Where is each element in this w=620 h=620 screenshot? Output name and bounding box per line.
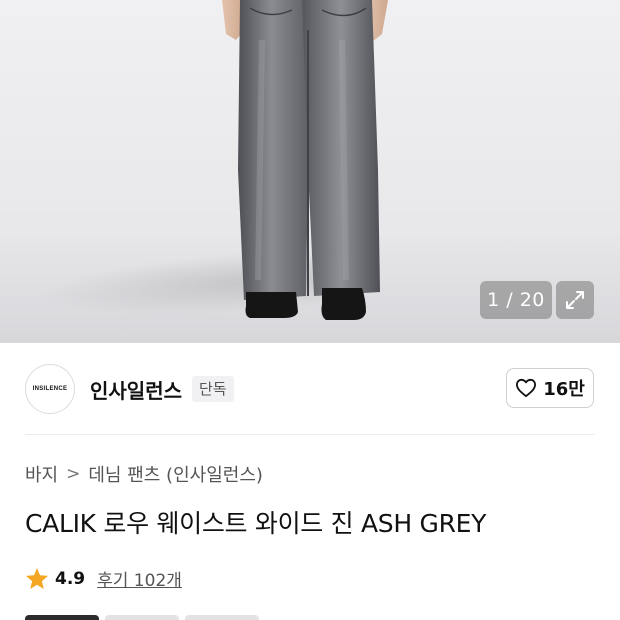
brand-name[interactable]: 인사일런스: [90, 375, 182, 404]
rating-score: 4.9: [55, 568, 86, 589]
chevron-right-icon: >: [66, 464, 81, 484]
breadcrumb-item-pants[interactable]: 바지: [25, 461, 58, 487]
expand-icon: [566, 291, 584, 309]
image-counter: 1 / 20: [480, 281, 552, 319]
chip-partial-3[interactable]: [185, 615, 259, 620]
chip-partial-1[interactable]: [25, 615, 99, 620]
exclusive-badge: 단독: [192, 376, 234, 402]
star-icon: [26, 568, 48, 589]
brand-logo-text: INSILENCE: [32, 386, 68, 392]
product-title: CALIK 로우 웨이스트 와이드 진 ASH GREY: [25, 509, 487, 538]
review-count-link[interactable]: 후기 102개: [97, 566, 182, 591]
chip-partial-2[interactable]: [105, 615, 179, 620]
like-count: 16만: [543, 379, 585, 400]
breadcrumb-item-denim[interactable]: 데님 팬츠 (인사일런스): [88, 461, 263, 487]
product-image[interactable]: 1 / 20: [0, 0, 620, 343]
expand-button[interactable]: [556, 281, 594, 319]
like-button[interactable]: 16만: [506, 368, 594, 408]
breadcrumb: 바지 > 데님 팬츠 (인사일런스): [25, 461, 263, 487]
heart-outline-icon: [516, 378, 537, 398]
rating-row: 4.9 후기 102개: [25, 566, 182, 591]
option-chips-partial: [25, 615, 595, 620]
section-divider: [25, 434, 595, 435]
brand-logo[interactable]: INSILENCE: [25, 364, 75, 414]
